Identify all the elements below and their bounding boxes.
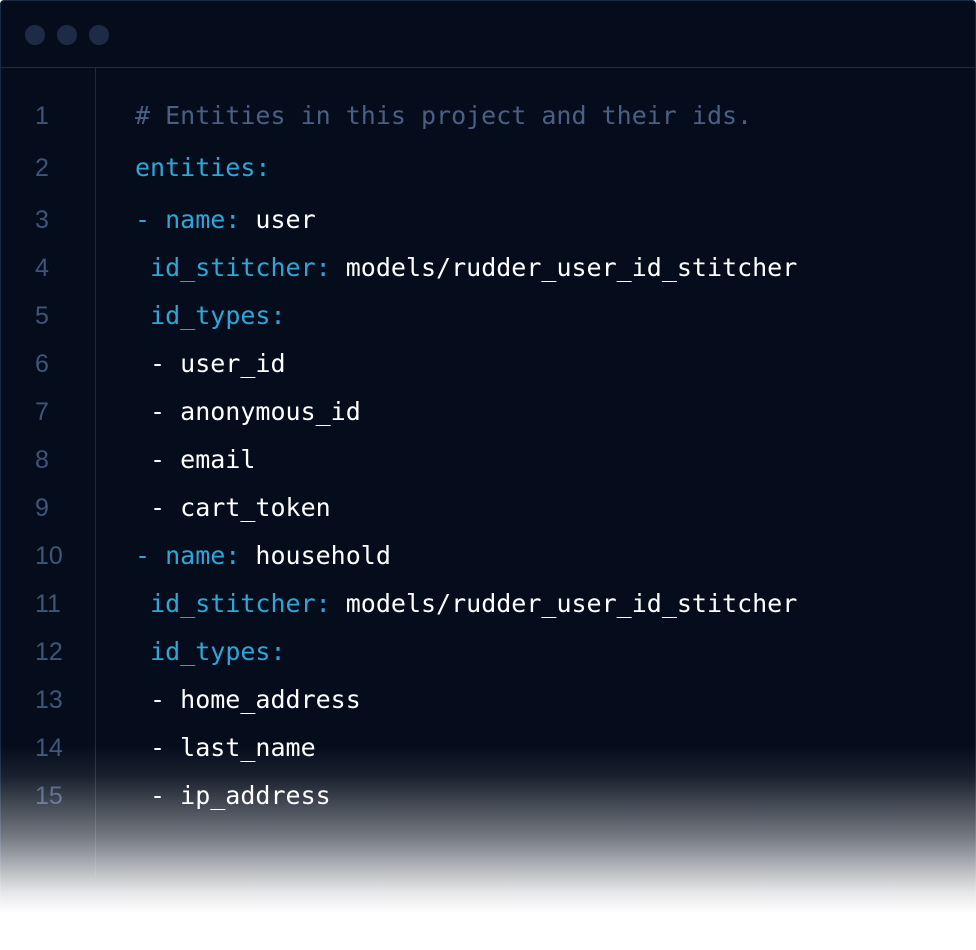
yaml-value: - email [135,445,256,474]
code-text: - cart_token [135,484,331,532]
line-number: 8 [35,446,49,474]
close-dot-icon[interactable] [25,25,45,45]
line-number: 1 [35,102,49,130]
line-number: 13 [35,686,63,714]
yaml-key: id_stitcher: [150,253,331,282]
code-text: id_stitcher: models/rudder_user_id_stitc… [135,244,797,292]
line-number: 4 [35,254,49,282]
code-line[interactable]: 7 - anonymous_id [1,388,975,436]
yaml-value: models/rudder_user_id_stitcher [330,589,798,618]
line-number: 12 [35,638,63,666]
code-text: # Entities in this project and their ids… [135,92,752,140]
yaml-value [135,637,150,666]
code-line[interactable]: 5 id_types: [1,292,975,340]
yaml-key: id_stitcher: [150,589,331,618]
yaml-value: - anonymous_id [135,397,361,426]
code-line[interactable]: 6 - user_id [1,340,975,388]
code-line[interactable]: 11 id_stitcher: models/rudder_user_id_st… [1,580,975,628]
yaml-key: entities: [135,153,271,182]
yaml-value [135,589,150,618]
code-text: id_stitcher: models/rudder_user_id_stitc… [135,580,797,628]
code-line[interactable]: 15 - ip_address [1,772,975,820]
code-text: - name: user [135,196,316,244]
yaml-value: - last_name [135,733,316,762]
code-text: - email [135,436,255,484]
code-editor-window: 1 # Entities in this project and their id… [0,0,976,950]
maximize-dot-icon[interactable] [89,25,109,45]
line-number: 5 [35,302,49,330]
code-text: - last_name [135,724,316,772]
code-text: id_types: [135,628,286,676]
line-number: 9 [35,494,49,522]
code-line[interactable]: 10 - name: household [1,532,975,580]
code-line[interactable]: 13 - home_address [1,676,975,724]
code-comment: # Entities in this project and their ids… [135,101,753,130]
line-number: 3 [35,206,49,234]
yaml-value: models/rudder_user_id_stitcher [330,253,798,282]
line-number: 6 [35,350,49,378]
code-text: id_types: [135,292,286,340]
yaml-key: id_types: [150,637,286,666]
yaml-value: - cart_token [135,493,331,522]
code-line[interactable]: 14 - last_name [1,724,975,772]
yaml-key: - name: [135,205,241,234]
code-line[interactable]: 2 entities: [1,144,975,196]
yaml-value: household [240,541,391,570]
yaml-value: - home_address [135,685,361,714]
code-text: - ip_address [135,772,331,820]
code-line[interactable]: 12 id_types: [1,628,975,676]
code-text: - user_id [135,340,286,388]
line-number: 2 [35,154,49,182]
yaml-value: user [240,205,316,234]
line-number: 10 [35,542,63,570]
line-number: 7 [35,398,49,426]
line-number: 14 [35,734,63,762]
code-text: - name: household [135,532,391,580]
code-area[interactable]: 1 # Entities in this project and their id… [1,92,975,820]
minimize-dot-icon[interactable] [57,25,77,45]
yaml-key: id_types: [150,301,286,330]
window-titlebar [1,1,975,68]
code-text: entities: [135,144,270,192]
code-line[interactable]: 1 # Entities in this project and their id… [1,92,975,144]
yaml-key: - name: [135,541,241,570]
code-line[interactable]: 8 - email [1,436,975,484]
yaml-value [135,301,150,330]
line-number: 15 [35,782,63,810]
code-line[interactable]: 9 - cart_token [1,484,975,532]
code-line[interactable]: 4 id_stitcher: models/rudder_user_id_sti… [1,244,975,292]
yaml-value: - ip_address [135,781,331,810]
code-text: - home_address [135,676,361,724]
line-number: 11 [35,590,61,618]
yaml-value: - user_id [135,349,286,378]
code-text: - anonymous_id [135,388,361,436]
code-line[interactable]: 3 - name: user [1,196,975,244]
yaml-value [135,253,150,282]
